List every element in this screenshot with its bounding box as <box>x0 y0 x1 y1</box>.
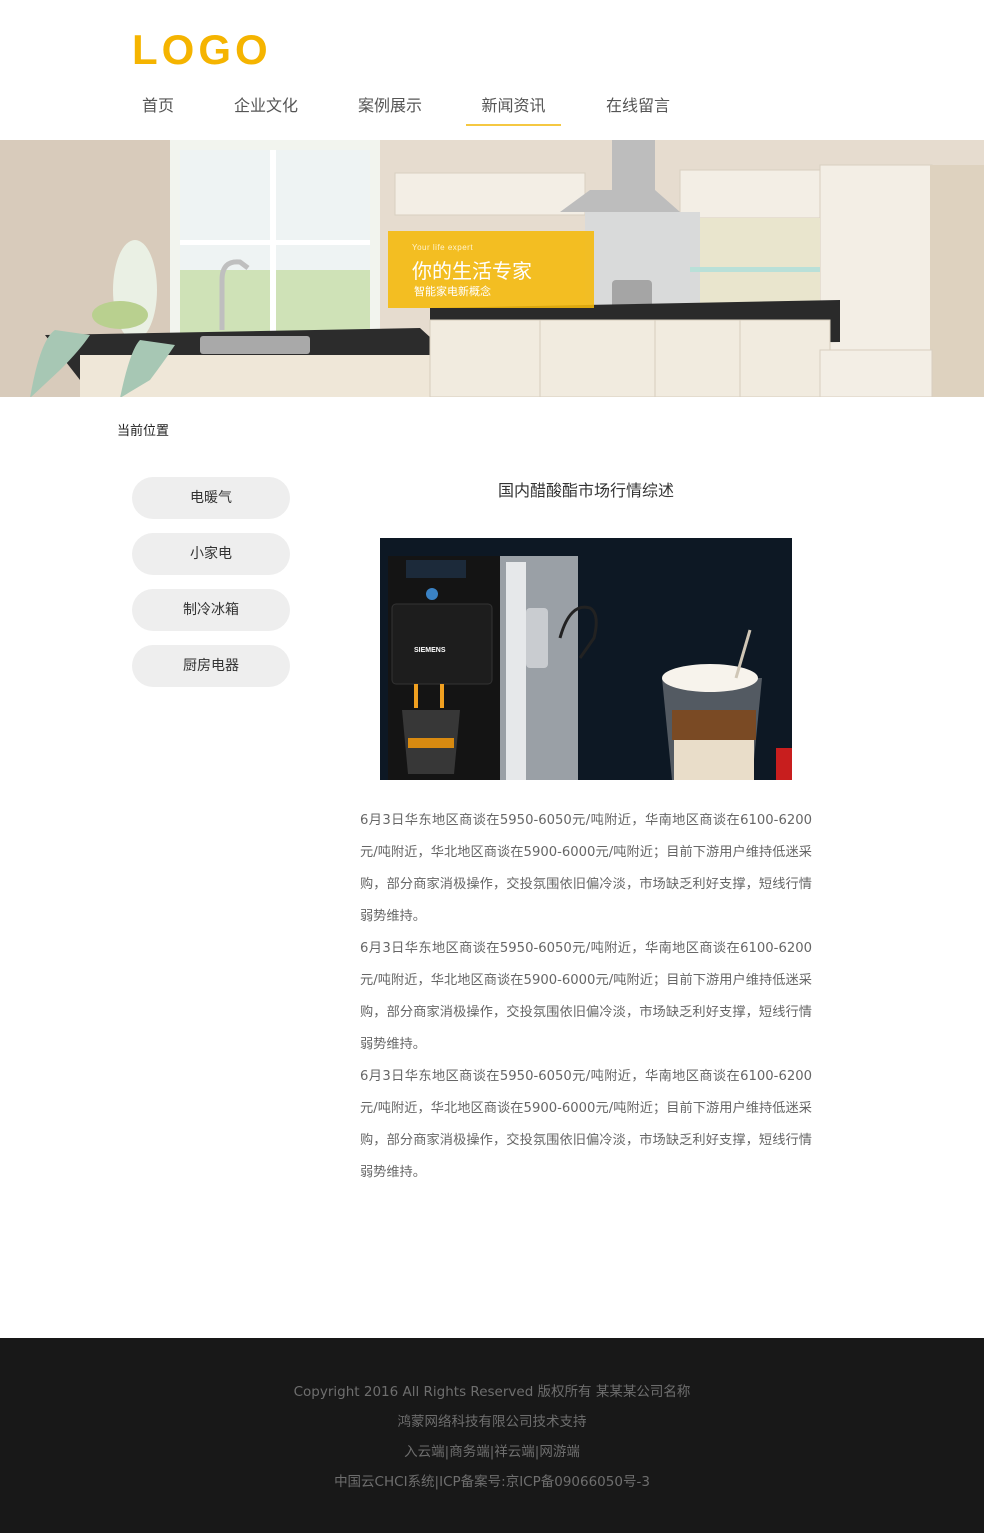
main-nav: 首页 企业文化 案例展示 新闻资讯 在线留言 <box>0 94 984 128</box>
nav-item-home[interactable]: 首页 <box>140 94 176 126</box>
hero-banner: Your life expert 你的生活专家 智能家电新概念 <box>0 140 984 397</box>
breadcrumb: 当前位置 <box>117 424 170 439</box>
article-paragraph: 6月3日华东地区商谈在5950-6050元/吨附近，华南地区商谈在6100-62… <box>360 941 812 1052</box>
footer-support: 鸿蒙网络科技有限公司技术支持 <box>397 1414 587 1430</box>
nav-item-message[interactable]: 在线留言 <box>605 94 671 126</box>
sidebar-item-refrigerator[interactable]: 制冷冰箱 <box>132 589 290 631</box>
banner-subline: 智能家电新概念 <box>414 285 491 298</box>
sidebar-item-heater[interactable]: 电暖气 <box>132 477 290 519</box>
article-paragraph: 6月3日华东地区商谈在5950-6050元/吨附近，华南地区商谈在6100-62… <box>360 1069 812 1180</box>
article-image: SIEMENS <box>380 538 792 780</box>
article-paragraph: 6月3日华东地区商谈在5950-6050元/吨附近，华南地区商谈在6100-62… <box>360 813 812 924</box>
banner-headline: 你的生活专家 <box>412 259 532 283</box>
footer: Copyright 2016 All Rights Reserved 版权所有 … <box>0 1338 984 1533</box>
nav-item-news[interactable]: 新闻资讯 <box>466 94 561 126</box>
footer-icp: 中国云CHCI系统|ICP备案号:京ICP备09066050号-3 <box>334 1474 650 1490</box>
banner-small-text: Your life expert <box>412 243 474 252</box>
coffee-machine-illustration: SIEMENS <box>380 538 792 780</box>
siemens-brand-text: SIEMENS <box>414 647 446 654</box>
sidebar-item-kitchen-appliances[interactable]: 厨房电器 <box>132 645 290 687</box>
footer-links[interactable]: 入云端|商务端|祥云端|网游端 <box>0 1440 984 1460</box>
sidebar-item-small-appliances[interactable]: 小家电 <box>132 533 290 575</box>
nav-item-cases[interactable]: 案例展示 <box>357 94 423 126</box>
site-logo[interactable]: LOGO <box>132 28 272 72</box>
article-body: 6月3日华东地区商谈在5950-6050元/吨附近，华南地区商谈在6100-62… <box>360 805 812 1189</box>
footer-copyright: Copyright 2016 All Rights Reserved 版权所有 … <box>293 1384 691 1400</box>
nav-item-culture[interactable]: 企业文化 <box>233 94 299 126</box>
article-title: 国内醋酸酯市场行情综述 <box>497 481 674 500</box>
banner-caption: Your life expert 你的生活专家 智能家电新概念 <box>388 231 594 308</box>
